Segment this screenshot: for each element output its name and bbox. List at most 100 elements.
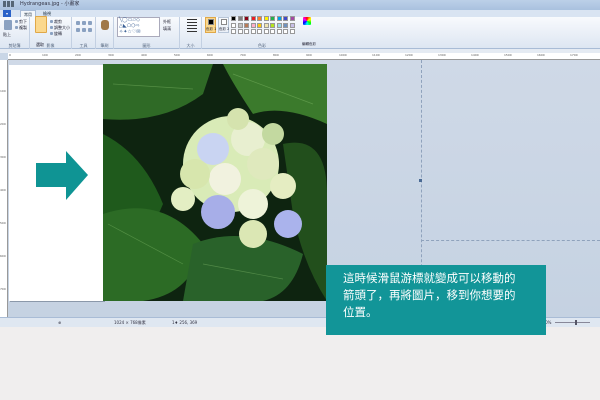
app: Hydrangeas.jpg - 小畫家 ▾ 常用 檢視 貼上 剪下 複製 剪貼… (0, 0, 600, 400)
image-size: 1024 × 768像素 (114, 320, 146, 325)
palette-swatch[interactable] (231, 29, 236, 34)
ruler-tick-label: 600 (0, 254, 6, 258)
group-label-tools: 工具 (79, 43, 88, 48)
selection-size: 1♦ 256, 369 (172, 320, 198, 325)
palette-swatch[interactable] (270, 22, 275, 28)
palette-swatch[interactable] (289, 29, 295, 34)
color1-swatch (208, 19, 214, 25)
select-button[interactable] (35, 16, 47, 33)
ruler-tick-label: 1600 (537, 53, 545, 57)
ruler-tick-label: 600 (207, 53, 213, 57)
ruler-tick-label: 0 (9, 53, 11, 57)
brush-icon[interactable] (101, 20, 109, 30)
edit-colors-button[interactable] (300, 17, 314, 33)
ribbon-tabs: ▾ 常用 檢視 (0, 10, 600, 17)
palette-swatch[interactable] (289, 16, 295, 21)
hydrangea-photo[interactable] (103, 64, 327, 301)
shape-fill-button[interactable]: 填滿 (163, 26, 171, 31)
selection-guide-horizontal (421, 240, 600, 241)
palette-swatch[interactable] (231, 16, 236, 21)
ruler-tick-label: 400 (0, 188, 6, 192)
callout-line-2: 箭頭了，再將圖片，移到你想要的 (343, 288, 516, 302)
text-icon[interactable] (88, 21, 92, 25)
group-tools: 工具 (72, 17, 96, 49)
zoom-slider[interactable] (555, 322, 590, 323)
paste-button[interactable]: 貼上 (3, 32, 11, 37)
ruler-tick-label: 900 (306, 53, 312, 57)
palette-swatch[interactable] (263, 29, 269, 34)
palette-swatch[interactable] (244, 29, 249, 34)
palette-swatch[interactable] (276, 29, 282, 34)
palette-swatch[interactable] (250, 16, 256, 21)
palette-swatch[interactable] (244, 16, 249, 21)
cut-button[interactable]: 剪下 (19, 19, 27, 24)
palette-swatch[interactable] (244, 22, 249, 28)
group-brushes: 筆刷 (96, 17, 114, 49)
ruler-tick-label: 200 (75, 53, 81, 57)
ruler-tick-label: 100 (0, 89, 6, 93)
canvas-resize-handle[interactable] (419, 179, 422, 182)
palette-swatch[interactable] (237, 22, 243, 28)
copy-button[interactable]: 複製 (19, 25, 27, 30)
palette-swatch[interactable] (263, 22, 269, 28)
color-wheel-icon (303, 17, 311, 25)
palette-swatch[interactable] (276, 22, 282, 28)
palette-swatch[interactable] (257, 22, 262, 28)
ruler-tick-label: 1700 (570, 53, 578, 57)
palette-swatch[interactable] (263, 16, 269, 21)
palette-swatch[interactable] (237, 29, 243, 34)
color-palette[interactable] (231, 16, 297, 35)
ruler-tick-label: 1100 (372, 53, 380, 57)
rotate-button[interactable]: 旋轉 (54, 31, 62, 36)
palette-swatch[interactable] (270, 29, 275, 34)
tab-home[interactable]: 常用 (20, 10, 36, 17)
palette-swatch[interactable] (250, 22, 256, 28)
ruler-horizontal: 0 100 200 300 400 500 600 700 800 900 1000 1100 1200… (8, 53, 600, 60)
palette-swatch[interactable] (289, 22, 295, 28)
color-picker-icon[interactable] (82, 28, 86, 32)
cut-icon (15, 20, 18, 23)
resize-button[interactable]: 調整大小 (54, 25, 70, 30)
palette-swatch[interactable] (270, 16, 275, 21)
magnifier-icon[interactable] (88, 28, 92, 32)
ruler-tick-label: 500 (174, 53, 180, 57)
palette-swatch[interactable] (283, 16, 288, 21)
color2-swatch (221, 19, 227, 25)
group-label-brushes: 筆刷 (100, 43, 109, 48)
zoom-slider-thumb[interactable] (575, 320, 577, 325)
fill-icon[interactable] (82, 21, 86, 25)
quick-access-toolbar[interactable] (3, 1, 15, 8)
palette-swatch[interactable] (276, 16, 282, 21)
paste-icon (4, 20, 12, 30)
color1-label: 色彩 1 (206, 27, 217, 31)
palette-swatch[interactable] (257, 16, 262, 21)
ruler-tick-label: 300 (108, 53, 114, 57)
hydrangea-image (103, 64, 327, 301)
ruler-tick-label: 1400 (471, 53, 479, 57)
size-lines-icon[interactable] (187, 19, 197, 33)
palette-swatch[interactable] (231, 22, 236, 28)
palette-swatch[interactable] (283, 22, 288, 28)
shape-outline-button[interactable]: 外框 (163, 19, 171, 24)
pencil-icon[interactable] (76, 21, 80, 25)
group-label-clipboard: 剪貼簿 (8, 43, 21, 48)
color1-button[interactable]: 色彩 1 (205, 17, 216, 33)
palette-swatch[interactable] (283, 29, 288, 34)
color2-button[interactable]: 色彩 2 (218, 17, 229, 33)
group-label-image: 影像 (46, 43, 55, 48)
shapes-gallery[interactable]: ╲◯▭▱◇ △◣⬠⬡⇨ ✧✦☆♡✉ (117, 17, 160, 37)
palette-swatch[interactable] (250, 29, 256, 34)
copy-icon (15, 26, 18, 29)
ruler-tick-label: 100 (42, 53, 48, 57)
ruler-tick-label: 1300 (438, 53, 446, 57)
palette-swatch[interactable] (237, 16, 243, 21)
palette-swatch[interactable] (257, 29, 262, 34)
ruler-vertical: 100 200 300 400 500 600 700 (0, 60, 8, 317)
ruler-tick-label: 1200 (405, 53, 413, 57)
ruler-tick-label: 700 (0, 287, 6, 291)
color2-label: 色彩 2 (219, 27, 230, 31)
ruler-tick-label: 1000 (339, 53, 347, 57)
eraser-icon[interactable] (76, 28, 80, 32)
crop-button[interactable]: 裁剪 (54, 19, 62, 24)
tab-file[interactable]: ▾ (3, 10, 12, 17)
